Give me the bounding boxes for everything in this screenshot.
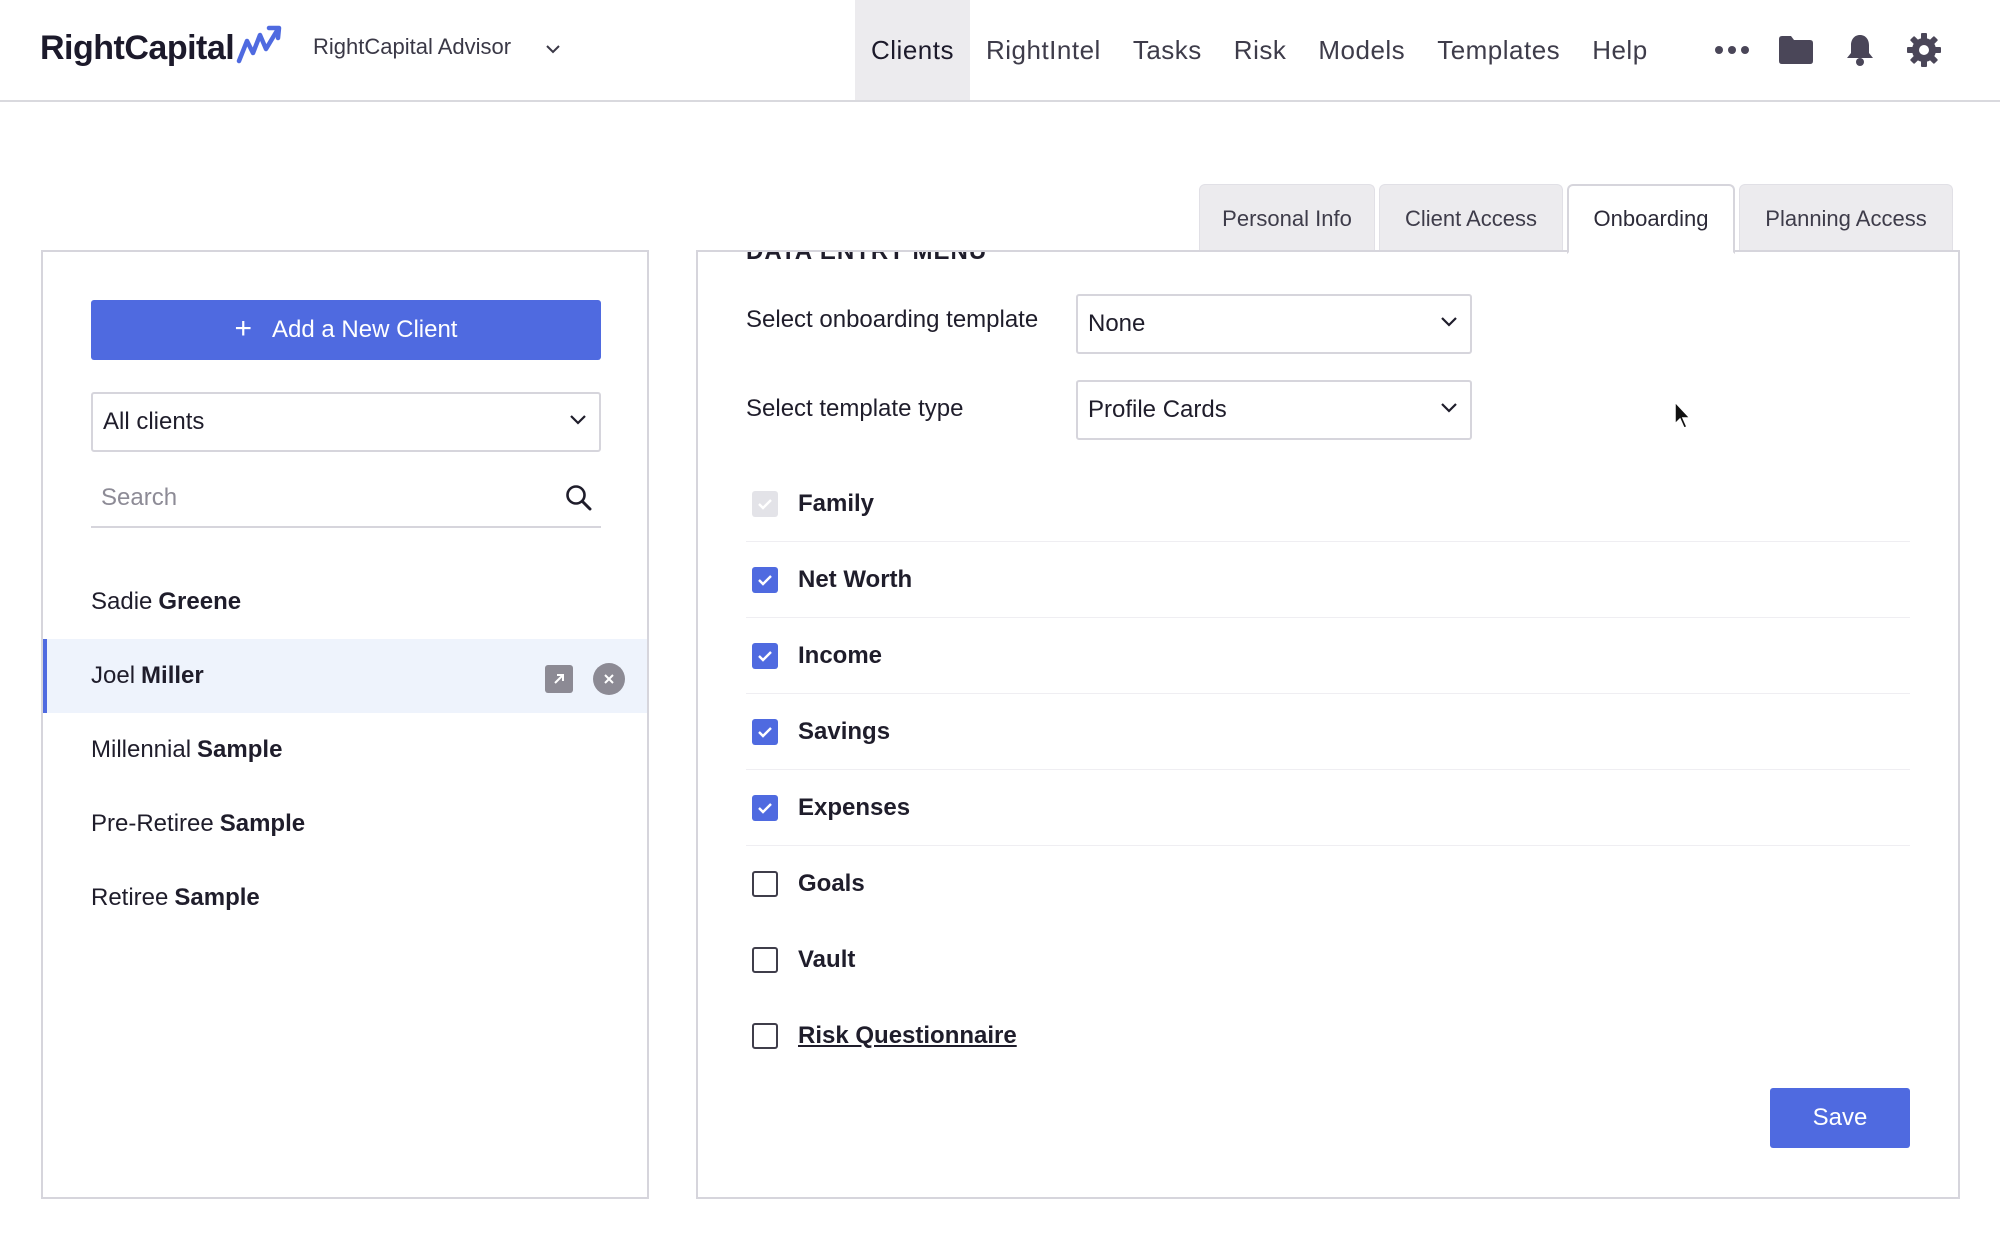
- nav-templates[interactable]: Templates: [1421, 0, 1576, 100]
- client-last-name: Sample: [197, 736, 283, 763]
- client-first-name: Millennial: [91, 736, 192, 763]
- family-checkbox: [752, 490, 778, 517]
- mouse-cursor-icon: [1674, 400, 1692, 429]
- client-first-name: Joel: [91, 662, 136, 689]
- onboarding-template-label: Select onboarding template: [746, 306, 1039, 333]
- option-income: Income: [746, 618, 1910, 694]
- rightcapital-logo[interactable]: RightCapital: [40, 24, 282, 72]
- tab-planning-access[interactable]: Planning Access: [1739, 184, 1953, 252]
- template-type-label: Select template type: [746, 395, 964, 422]
- client-tabs: Personal Info Client Access Onboarding P…: [1199, 184, 1957, 254]
- option-label: Family: [798, 489, 875, 517]
- top-bar: RightCapital RightCapital Advisor Client…: [0, 0, 2000, 102]
- option-label: Expenses: [798, 793, 911, 821]
- template-type-select[interactable]: Profile Cards: [1076, 380, 1472, 440]
- client-filter-value: All clients: [103, 408, 205, 435]
- client-last-name: Sample: [174, 884, 260, 911]
- more-icon[interactable]: [1700, 18, 1764, 82]
- nav-risk[interactable]: Risk: [1218, 0, 1303, 100]
- option-savings: Savings: [746, 694, 1910, 770]
- add-client-label: Add a New Client: [272, 316, 458, 343]
- search-icon[interactable]: [565, 484, 593, 512]
- data-entry-options: Family Net Worth Income Savings Expenses: [746, 466, 1910, 1074]
- client-first-name: Retiree: [91, 884, 169, 911]
- nav-tasks[interactable]: Tasks: [1117, 0, 1218, 100]
- onboarding-template-select[interactable]: None: [1076, 294, 1472, 354]
- goals-checkbox[interactable]: [752, 871, 778, 897]
- option-risk-questionnaire: Risk Questionnaire: [746, 998, 1910, 1074]
- main-nav: Clients RightIntel Tasks Risk Models Tem…: [855, 0, 1664, 100]
- onboarding-template-value: None: [1088, 310, 1146, 337]
- client-first-name: Pre-Retiree: [91, 810, 214, 837]
- open-client-icon[interactable]: [545, 665, 573, 693]
- income-checkbox[interactable]: [752, 642, 778, 669]
- advisor-name: RightCapital Advisor: [313, 34, 512, 59]
- gear-icon[interactable]: [1892, 18, 1956, 82]
- template-type-value: Profile Cards: [1088, 396, 1227, 423]
- option-family: Family: [746, 466, 1910, 542]
- nav-icon-group: [1700, 0, 1956, 100]
- logo-arrow-icon: [236, 25, 282, 64]
- risk-questionnaire-checkbox[interactable]: [752, 1023, 778, 1049]
- expenses-checkbox[interactable]: [752, 794, 778, 821]
- option-goals: Goals: [746, 846, 1910, 922]
- option-vault: Vault: [746, 922, 1910, 998]
- advisor-switcher[interactable]: RightCapital Advisor: [313, 34, 561, 60]
- bell-icon[interactable]: [1828, 18, 1892, 82]
- vault-checkbox[interactable]: [752, 947, 778, 973]
- risk-questionnaire-link[interactable]: Risk Questionnaire: [798, 1022, 1017, 1050]
- client-list: Sadie Greene Joel Miller Millennial Sample …: [43, 565, 647, 935]
- tab-client-access[interactable]: Client Access: [1379, 184, 1563, 252]
- tab-personal-info[interactable]: Personal Info: [1199, 184, 1375, 252]
- client-last-name: Miller: [141, 662, 204, 689]
- logo-text: RightCapital: [40, 28, 235, 67]
- client-row[interactable]: Millennial Sample: [43, 713, 647, 787]
- option-label: Net Worth: [798, 565, 913, 593]
- chevron-down-icon: [546, 45, 560, 54]
- nav-models[interactable]: Models: [1302, 0, 1421, 100]
- client-filter-select[interactable]: All clients: [91, 392, 601, 452]
- option-label: Income: [798, 641, 883, 669]
- client-row-selected[interactable]: Joel Miller: [43, 639, 647, 713]
- client-search: [91, 470, 601, 528]
- nav-clients[interactable]: Clients: [855, 0, 970, 100]
- savings-checkbox[interactable]: [752, 718, 778, 745]
- remove-client-icon[interactable]: [593, 663, 625, 695]
- client-row[interactable]: Sadie Greene: [43, 565, 647, 639]
- add-client-button[interactable]: + Add a New Client: [91, 300, 601, 360]
- client-last-name: Greene: [158, 588, 242, 615]
- chevron-down-icon: [1441, 403, 1457, 413]
- client-last-name: Sample: [219, 810, 306, 837]
- client-first-name: Sadie: [91, 588, 153, 615]
- folder-icon[interactable]: [1764, 18, 1828, 82]
- nav-rightintel[interactable]: RightIntel: [970, 0, 1117, 100]
- client-sidebar: + Add a New Client All clients SadieGree…: [41, 250, 649, 1199]
- option-expenses: Expenses: [746, 770, 1910, 846]
- plus-icon: +: [234, 312, 253, 345]
- client-row[interactable]: Retiree Sample: [43, 861, 647, 935]
- tab-onboarding[interactable]: Onboarding: [1567, 184, 1735, 254]
- option-label: Goals: [798, 870, 865, 897]
- option-net-worth: Net Worth: [746, 542, 1910, 618]
- onboarding-panel: DATA ENTRY MENU Select onboarding templa…: [696, 250, 1960, 1199]
- client-row-actions: [545, 663, 625, 695]
- chevron-down-icon: [570, 415, 586, 425]
- section-heading: DATA ENTRY MENU: [746, 250, 988, 265]
- chevron-down-icon: [1441, 317, 1457, 327]
- nav-help[interactable]: Help: [1576, 0, 1663, 100]
- option-label: Vault: [798, 946, 856, 973]
- save-button[interactable]: Save: [1770, 1088, 1910, 1148]
- client-search-input[interactable]: [91, 484, 531, 512]
- client-row[interactable]: Pre-Retiree Sample: [43, 787, 647, 861]
- option-label: Savings: [798, 717, 891, 745]
- net-worth-checkbox[interactable]: [752, 566, 778, 593]
